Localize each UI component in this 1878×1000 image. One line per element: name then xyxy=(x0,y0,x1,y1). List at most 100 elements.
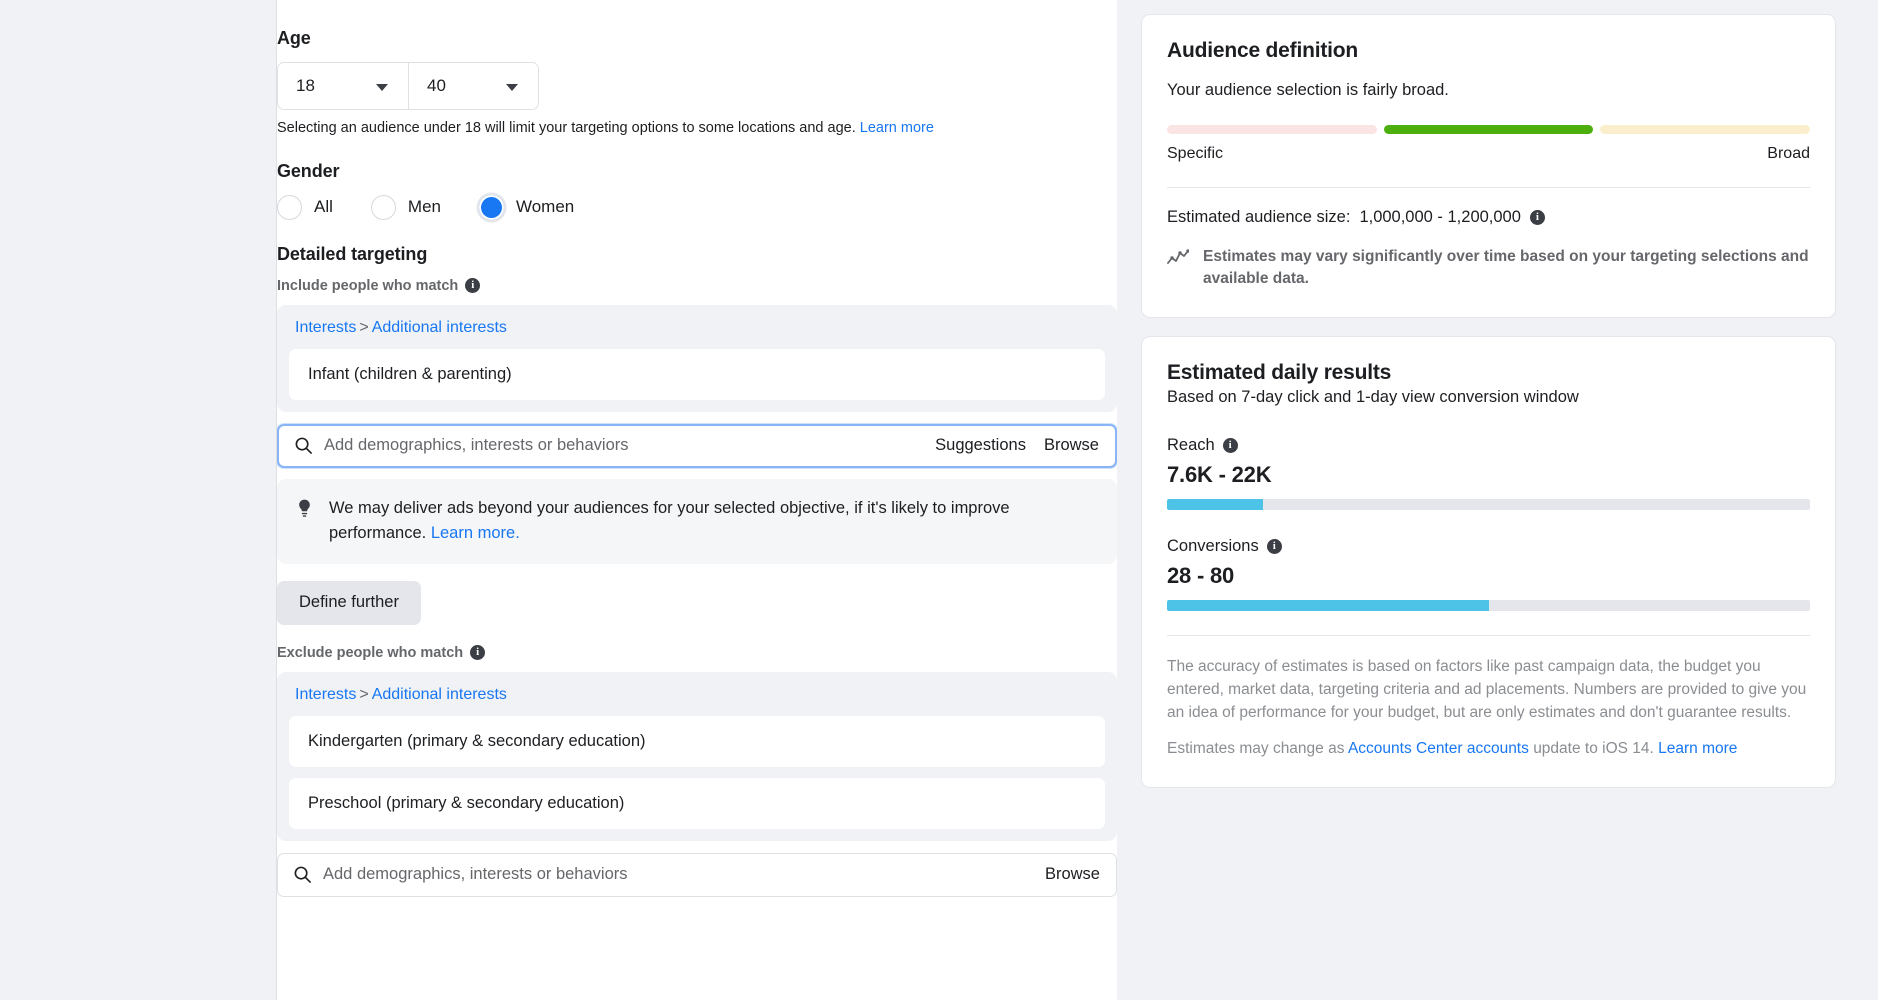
radio-circle-men xyxy=(370,194,396,220)
ios-note-mid: update to iOS 14. xyxy=(1533,740,1654,758)
include-search-input[interactable] xyxy=(324,436,936,456)
gender-radio-group: All Men Women xyxy=(277,194,1117,220)
gender-option-women[interactable]: Women xyxy=(479,195,574,220)
age-max-select[interactable]: 40 xyxy=(408,62,539,110)
age-helper-label: Selecting an audience under 18 will limi… xyxy=(277,120,856,136)
ads-manager-audience-screen: Age 18 40 Selecting an audience under 18… xyxy=(0,0,1878,1000)
exclude-interest-chip[interactable]: Preschool (primary & secondary education… xyxy=(289,777,1105,829)
estimated-daily-results-subtitle: Based on 7-day click and 1-day view conv… xyxy=(1167,387,1579,406)
card-divider xyxy=(1167,187,1810,188)
suggestions-button[interactable]: Suggestions xyxy=(935,436,1026,455)
reach-label: Reach xyxy=(1167,436,1215,455)
delivery-notice: We may deliver ads beyond your audiences… xyxy=(277,478,1117,564)
search-icon xyxy=(293,436,313,456)
breadcrumb-separator: > xyxy=(359,685,369,703)
meter-segment-broad xyxy=(1600,125,1811,134)
age-max-value: 40 xyxy=(427,76,446,95)
trend-chart-icon xyxy=(1167,249,1190,291)
exclude-search-actions: Browse xyxy=(1045,865,1100,884)
estimates-vary-text: Estimates may vary significantly over ti… xyxy=(1203,248,1809,288)
exclude-breadcrumb: Interests > Additional interests xyxy=(295,686,1105,704)
estimates-sidebar: Audience definition Your audience select… xyxy=(1117,0,1878,1000)
targeting-main-panel: Age 18 40 Selecting an audience under 18… xyxy=(277,0,1117,1000)
include-people-text: Include people who match xyxy=(277,277,459,294)
delivery-notice-text: We may deliver ads beyond your audiences… xyxy=(329,496,1097,546)
age-range-row: 18 40 xyxy=(277,62,1117,110)
meter-segment-specific xyxy=(1167,125,1377,134)
gender-option-men[interactable]: Men xyxy=(370,194,441,220)
results-divider xyxy=(1167,635,1810,637)
breadcrumb-leaf-link[interactable]: Additional interests xyxy=(372,319,507,336)
exclude-search-input[interactable] xyxy=(323,865,1045,885)
breadcrumb-separator: > xyxy=(359,318,369,336)
conversions-value: 28 - 80 xyxy=(1167,563,1235,589)
gender-section-title: Gender xyxy=(277,160,340,181)
estimated-audience-size-row: Estimated audience size: 1,000,000 - 1,2… xyxy=(1167,208,1810,227)
include-breadcrumb: Interests > Additional interests xyxy=(295,319,1105,337)
gender-label-women: Women xyxy=(515,197,575,217)
chevron-down-icon xyxy=(376,84,388,91)
age-min-value: 18 xyxy=(296,76,315,95)
reach-bar-fill xyxy=(1167,499,1264,511)
reach-label-row: Reach i xyxy=(1167,436,1810,455)
reach-value: 7.6K - 22K xyxy=(1167,462,1272,488)
accounts-center-link[interactable]: Accounts Center accounts xyxy=(1348,740,1529,757)
age-min-select[interactable]: 18 xyxy=(277,62,408,110)
gender-label-all: All xyxy=(314,197,333,217)
breadcrumb-leaf-link[interactable]: Additional interests xyxy=(372,686,507,703)
include-people-label: Include people who match i xyxy=(277,278,1117,294)
meter-labels: Specific Broad xyxy=(1167,145,1810,163)
ios-note-prefix: Estimates may change as xyxy=(1167,740,1345,758)
exclude-interest-chip[interactable]: Kindergarten (primary & secondary educat… xyxy=(289,715,1105,767)
left-gutter xyxy=(0,0,277,1000)
conversions-label-row: Conversions i xyxy=(1167,537,1810,556)
meter-segment-balanced xyxy=(1383,125,1594,134)
include-search-field[interactable]: Suggestions Browse xyxy=(277,423,1117,468)
radio-circle-women xyxy=(479,195,504,220)
search-icon xyxy=(292,865,312,885)
conversions-label: Conversions xyxy=(1167,537,1259,556)
meter-label-specific: Specific xyxy=(1167,145,1224,162)
info-icon[interactable]: i xyxy=(465,278,481,294)
exclude-search-field[interactable]: Browse xyxy=(277,852,1117,897)
age-helper-text: Selecting an audience under 18 will limi… xyxy=(277,119,1117,139)
meter-label-broad: Broad xyxy=(1767,145,1810,162)
estimated-daily-results-title: Estimated daily results xyxy=(1167,360,1392,384)
breadcrumb-root-link[interactable]: Interests xyxy=(295,319,356,336)
estimated-daily-results-card: Estimated daily results Based on 7-day c… xyxy=(1141,335,1836,789)
breadcrumb-root-link[interactable]: Interests xyxy=(295,686,356,703)
conversions-bar-track xyxy=(1167,600,1810,612)
info-icon[interactable]: i xyxy=(1266,539,1282,555)
browse-button[interactable]: Browse xyxy=(1044,436,1099,455)
audience-definition-subtitle: Your audience selection is fairly broad. xyxy=(1167,81,1449,99)
info-icon[interactable]: i xyxy=(1222,438,1238,454)
age-section-title: Age xyxy=(277,28,311,48)
browse-button[interactable]: Browse xyxy=(1045,865,1100,884)
info-icon[interactable]: i xyxy=(470,645,486,661)
audience-breadth-meter xyxy=(1167,125,1811,134)
include-interest-chip[interactable]: Infant (children & parenting) xyxy=(289,348,1105,400)
estimated-audience-size-label: Estimated audience size: xyxy=(1167,208,1351,226)
info-icon[interactable]: i xyxy=(1529,210,1545,225)
ios-learn-more-link[interactable]: Learn more xyxy=(1658,740,1737,757)
exclude-people-text: Exclude people who match xyxy=(277,644,464,661)
estimates-vary-note: Estimates may vary significantly over ti… xyxy=(1167,246,1810,291)
ios-disclaimer: Estimates may change as Accounts Center … xyxy=(1167,738,1810,761)
age-learn-more-link[interactable]: Learn more xyxy=(860,120,934,136)
estimated-audience-size-value: 1,000,000 - 1,200,000 xyxy=(1359,208,1521,226)
radio-circle-all xyxy=(277,194,302,220)
exclude-targeting-group: Interests > Additional interests Kindergar… xyxy=(277,671,1117,841)
chevron-down-icon xyxy=(506,84,518,91)
conversions-bar-fill xyxy=(1167,600,1489,612)
reach-bar-track xyxy=(1167,499,1810,511)
audience-definition-card: Audience definition Your audience select… xyxy=(1141,14,1836,318)
audience-definition-title: Audience definition xyxy=(1167,39,1359,62)
lightbulb-icon xyxy=(295,498,315,546)
detailed-targeting-title: Detailed targeting xyxy=(277,243,428,264)
gender-option-all[interactable]: All xyxy=(277,194,333,220)
include-search-actions: Suggestions Browse xyxy=(935,436,1099,455)
delivery-notice-link[interactable]: Learn more. xyxy=(431,524,520,542)
include-targeting-group: Interests > Additional interests Infant (c… xyxy=(277,304,1117,412)
define-further-button[interactable]: Define further xyxy=(277,580,421,625)
exclude-people-label: Exclude people who match i xyxy=(277,645,1117,661)
